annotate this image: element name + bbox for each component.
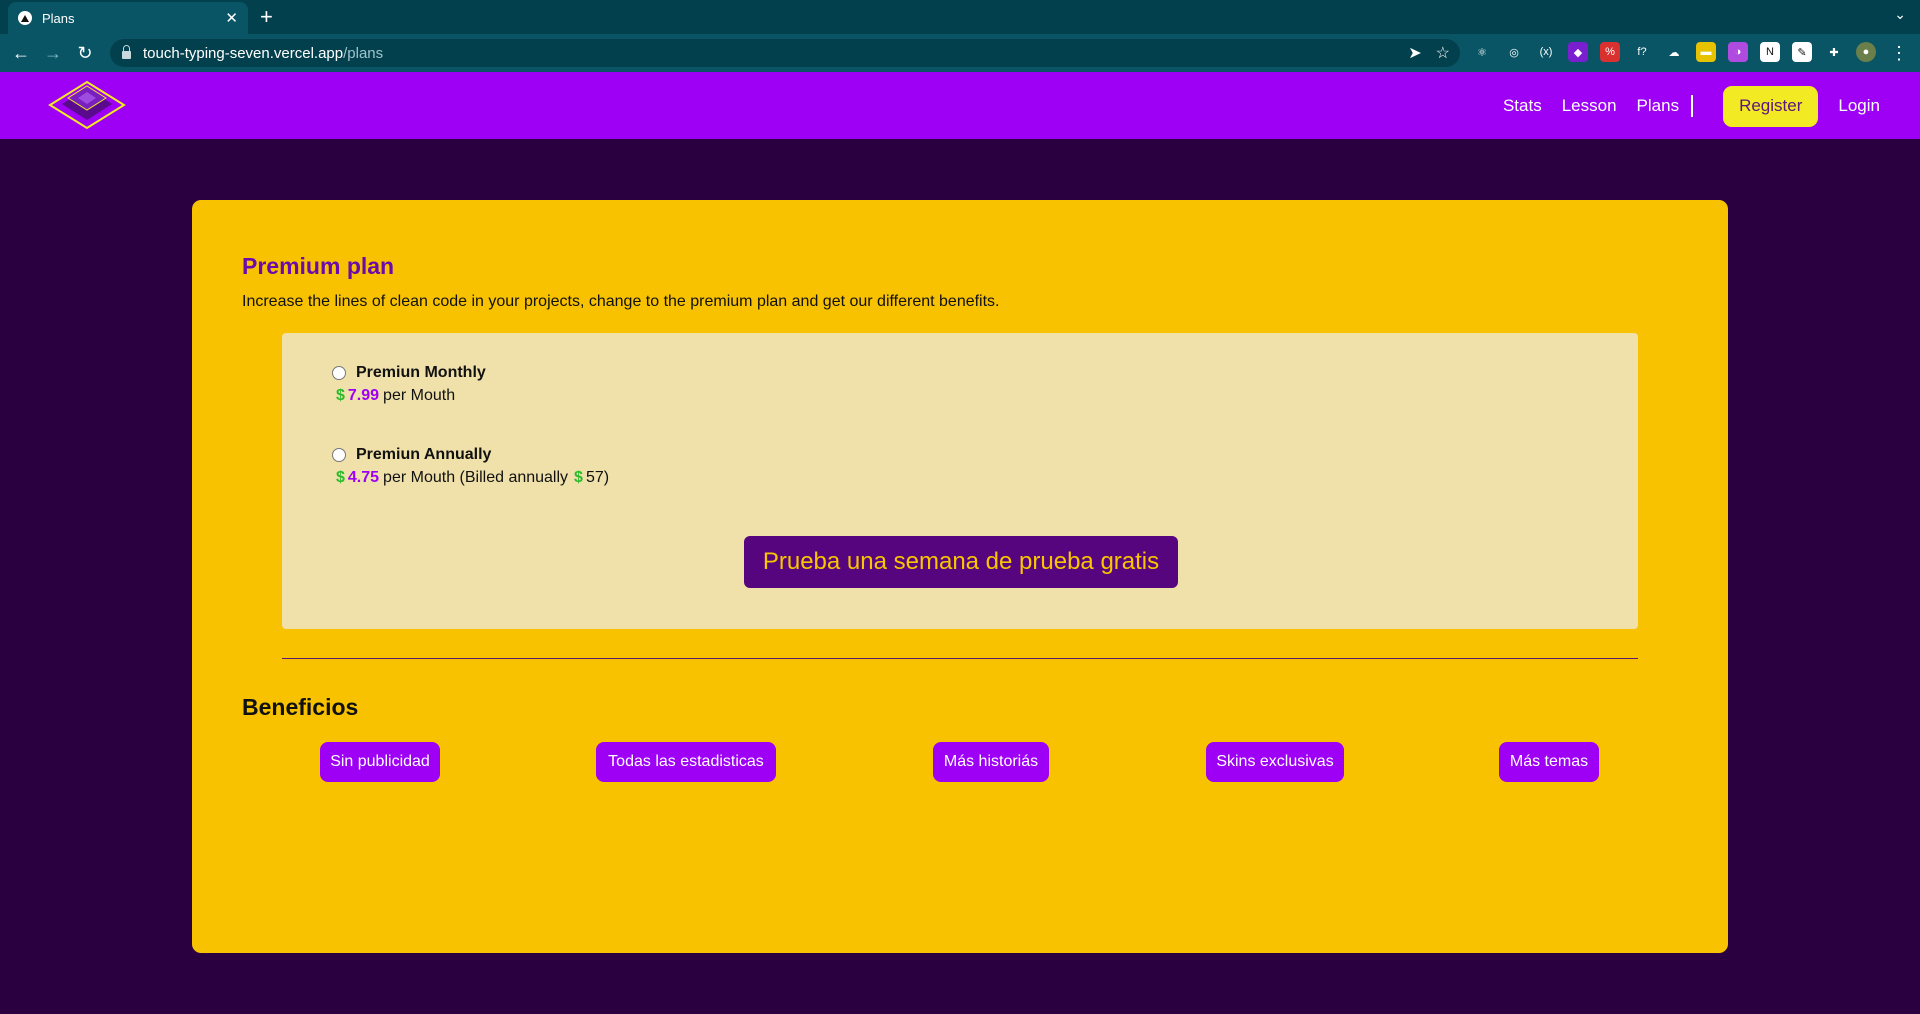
nav-stats[interactable]: Stats — [1503, 96, 1542, 116]
nav-lesson[interactable]: Lesson — [1562, 96, 1617, 116]
url-host: touch-typing-seven.vercel.app — [143, 44, 344, 62]
browser-menu-icon[interactable]: ⋮ — [1888, 42, 1910, 64]
notion-icon[interactable]: N — [1760, 42, 1780, 62]
browser-tab[interactable]: Plans ✕ — [8, 2, 248, 34]
login-link[interactable]: Login — [1838, 96, 1880, 116]
benefit-badge: Todas las estadisticas — [596, 742, 776, 782]
page-title: Premium plan — [242, 253, 395, 279]
plan-price: 4.75 — [347, 469, 380, 486]
browser-toolbar: ← → ↻ touch-typing-seven.vercel.app/plan… — [0, 34, 1920, 72]
plan-price: 7.99 — [347, 387, 380, 404]
formula-ext-icon[interactable]: f? — [1632, 42, 1652, 62]
reload-icon[interactable]: ↻ — [74, 42, 96, 64]
profile-avatar[interactable]: ● — [1856, 42, 1876, 62]
browser-tabbar: Plans ✕ + ⌄ — [0, 0, 1920, 34]
cloud-ext-icon[interactable]: ☁ — [1664, 42, 1684, 62]
section-divider — [282, 658, 1638, 659]
purple-ext-icon[interactable]: ◆ — [1568, 42, 1588, 62]
tab-title: Plans — [42, 10, 75, 26]
percent-ext-icon[interactable]: % — [1600, 42, 1620, 62]
plan-option-monthly[interactable]: Premiun Monthly $ 7.99 per Mouth — [332, 364, 486, 405]
keyboard-logo-icon[interactable] — [48, 80, 126, 130]
plan-options-panel: Premiun Monthly $ 7.99 per Mouth Premiun… — [282, 333, 1638, 629]
annual-radio[interactable] — [332, 448, 346, 462]
lock-icon — [122, 45, 131, 59]
monthly-radio[interactable] — [332, 366, 346, 380]
tab-close-icon[interactable]: ✕ — [225, 9, 238, 27]
react-devtools-icon[interactable]: ⚛ — [1472, 42, 1492, 62]
plan-price-suffix: per Mouth (Billed annually — [383, 469, 569, 486]
circle-ext-icon[interactable]: ◎ — [1504, 42, 1524, 62]
plans-card: Premium plan Increase the lines of clean… — [192, 200, 1728, 953]
main-nav: Stats Lesson Plans Register Login — [1483, 85, 1880, 127]
register-button[interactable]: Register — [1723, 85, 1819, 127]
send-icon[interactable]: ➤ — [1408, 43, 1421, 63]
dollar-icon: $ — [336, 469, 345, 486]
puzzle-icon[interactable]: ✚ — [1824, 42, 1844, 62]
nav-plans[interactable]: Plans — [1637, 96, 1680, 116]
plan-option-name: Premiun Monthly — [356, 364, 486, 381]
dollar-icon: $ — [574, 469, 583, 486]
benefits-title: Beneficios — [242, 694, 359, 720]
extensions-bar: ⚛ ◎ (x) ◆% f? ☁ ▬ ◑ N ✎ ✚ ● — [1472, 42, 1876, 62]
yellow-ext-icon[interactable]: ▬ — [1696, 42, 1716, 62]
benefit-badge: Sin publicidad — [320, 742, 440, 782]
benefit-badge: Skins exclusivas — [1206, 742, 1344, 782]
url-path: /plans — [343, 44, 384, 62]
benefit-badge: Más temas — [1499, 742, 1599, 782]
benefit-badge: Más historiás — [933, 742, 1049, 782]
free-trial-button[interactable]: Prueba una semana de prueba gratis — [744, 536, 1178, 588]
bookmark-star-icon[interactable]: ☆ — [1436, 43, 1450, 63]
app-header: Stats Lesson Plans Register Login — [0, 72, 1920, 139]
new-tab-button[interactable]: + — [260, 4, 273, 30]
tab-search-chevron-icon[interactable]: ⌄ — [1894, 6, 1906, 23]
forward-icon[interactable]: → — [42, 42, 64, 64]
nav-divider — [1691, 95, 1694, 117]
dollar-icon: $ — [336, 387, 345, 404]
plan-description: Increase the lines of clean code in your… — [242, 293, 1000, 310]
vars-ext-icon[interactable]: (x) — [1536, 42, 1556, 62]
billed-amount: 57) — [585, 469, 610, 486]
plan-option-name: Premiun Annually — [356, 446, 492, 463]
gradient-ext-icon[interactable]: ◑ — [1728, 42, 1748, 62]
edit-ext-icon[interactable]: ✎ — [1792, 42, 1812, 62]
address-bar[interactable]: touch-typing-seven.vercel.app/plans ➤ ☆ — [110, 39, 1460, 67]
plan-price-suffix: per Mouth — [383, 387, 456, 404]
plan-option-annual[interactable]: Premiun Annually $ 4.75 per Mouth (Bille… — [332, 446, 609, 487]
back-icon[interactable]: ← — [10, 42, 32, 64]
vercel-favicon-icon — [18, 11, 32, 25]
